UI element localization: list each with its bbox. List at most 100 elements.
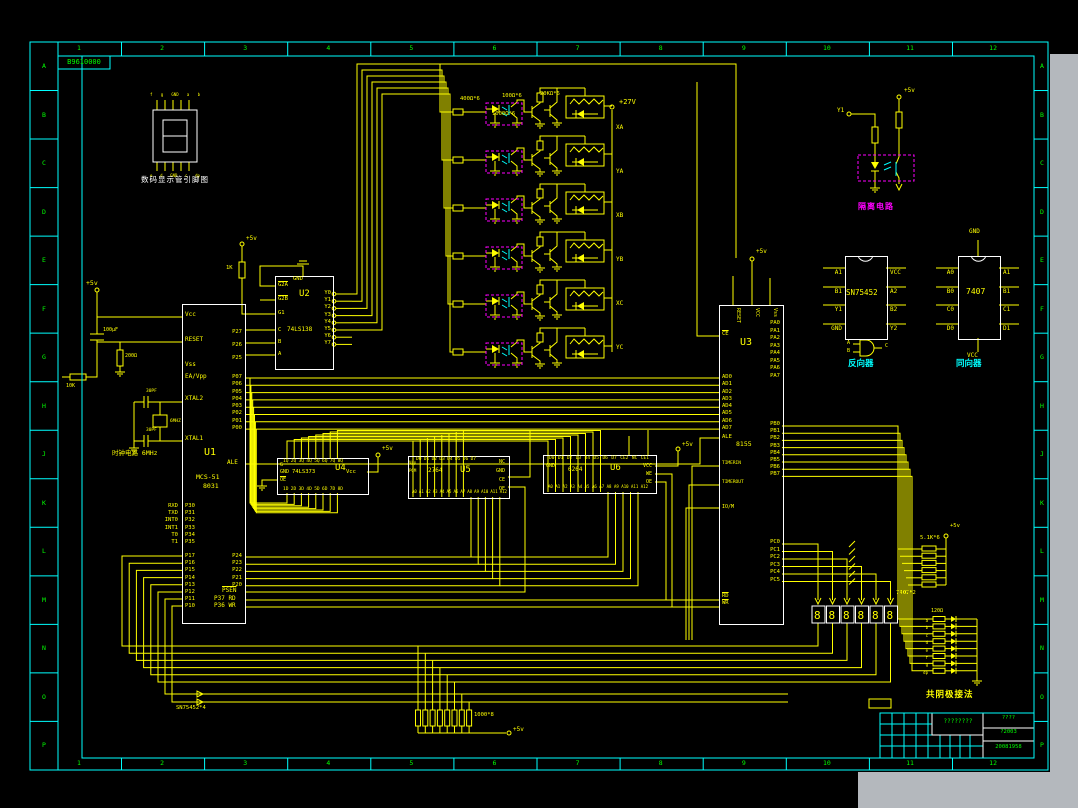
pin-label: D0 [416, 457, 422, 462]
pin-label: P16 [185, 560, 195, 567]
terminal-node [749, 256, 755, 262]
terminal-node [506, 730, 512, 736]
inv-chip-box[interactable] [845, 256, 888, 340]
wire [549, 209, 558, 219]
driver-r2-label: 1000Ω*6 [492, 111, 516, 117]
pin-label: D4 [447, 457, 453, 462]
wire [569, 98, 604, 105]
component-body [536, 188, 544, 199]
u1-pin-xtal1: XTAL1 [185, 435, 204, 442]
u1-p3-pins: P30 P31 P32 P33 P34 P35 [185, 503, 195, 546]
wire [569, 242, 604, 249]
u2-pin-b: B [278, 339, 282, 345]
wire-layer [29, 41, 1049, 771]
pin-label: 1Q [283, 459, 289, 464]
u2-pin-a: A [278, 351, 282, 357]
u1-p0-pins: P07 P06 P05 P04 P03 P02 P01 P00 [214, 374, 242, 432]
pin-label: P17 [185, 553, 195, 559]
terminal-node [375, 452, 381, 458]
u1-pin-ea: EA/Vpp [185, 373, 207, 380]
u4-pin-g: G [280, 462, 284, 468]
terminal-node [896, 94, 902, 100]
pin-label: P07 [232, 374, 242, 380]
pin-label: INT0 [164, 517, 178, 524]
pin-label: INT1 [164, 524, 178, 531]
component-body [868, 698, 892, 709]
pin-label: D1 [423, 457, 430, 462]
ruler-row-label: J [1040, 450, 1044, 459]
u6-right-pins: VCC WE OE [628, 462, 652, 486]
u1-pin-vcc: Vcc [185, 311, 196, 318]
pin-label: 8 [842, 609, 850, 622]
u3-pin-ale: ALE [722, 434, 732, 440]
pin-label: A3 [432, 489, 438, 494]
titleblock-cell1: ???? [1001, 715, 1016, 721]
pin-label: A0 [412, 489, 417, 494]
wire [549, 257, 558, 267]
pin-label: D3 [575, 456, 582, 461]
pin-label: AD6 [722, 417, 732, 424]
diode-symbol [492, 153, 499, 161]
pin-label: e [925, 647, 928, 653]
ruler-col-label: 12 [989, 44, 997, 52]
ruler-row-label: B [42, 110, 46, 119]
inv-part: SN75452 [846, 288, 878, 297]
wire [531, 258, 541, 268]
pin-label: D7 [470, 457, 476, 462]
wire [516, 243, 532, 257]
u5-part: 2764 [428, 467, 443, 474]
u6-ref: U6 [610, 463, 621, 473]
component-body [415, 709, 421, 727]
wire [471, 492, 609, 558]
pin-label: 8 [828, 609, 836, 622]
pin-label: P03 [232, 403, 242, 410]
ruler-row-label: K [42, 498, 46, 507]
u4-ref: U4 [335, 463, 346, 473]
u4-pin-gnd: GND [280, 469, 290, 475]
u3-pin-reset: RESET [735, 308, 741, 324]
terminal-node [675, 446, 681, 452]
pin-label: PB7 [770, 471, 780, 478]
pin-label: AD7 [722, 425, 732, 432]
pin-label: A3 [569, 484, 575, 489]
lednet-r-label: 120Ω [931, 608, 944, 614]
wire [655, 481, 667, 600]
u5-pin-vpp: Vpp [409, 460, 417, 465]
pin-label: A7 [460, 489, 466, 494]
ruler-col-label: 1 [77, 44, 81, 52]
pin-label: A4 [577, 484, 583, 489]
pin-label: 8D [337, 487, 343, 492]
pin-label: dp [923, 669, 928, 675]
pin-label: PC5 [770, 576, 780, 583]
display-digits: 888888 [810, 609, 897, 622]
u4-pin-vcc: Vcc [346, 469, 356, 475]
diode-symbol [951, 667, 956, 674]
frame-line [501, 250, 508, 255]
ruler-row-label: F [1040, 304, 1044, 313]
pin-label: D1 [1003, 324, 1011, 332]
pin-label: g [160, 92, 164, 97]
reset-cap-label: 100μF [103, 327, 119, 333]
u3-pin-timerin: TIMERIN [722, 461, 741, 466]
diode-symbol [951, 653, 956, 659]
pin-label: AD3 [722, 395, 732, 402]
pin-label: D3 [439, 457, 445, 462]
wire [549, 305, 558, 315]
terminal-node [94, 287, 100, 293]
buf-left-pins: A0 B0 C0 D0 [930, 264, 954, 338]
pin-label: C0 [946, 306, 954, 314]
buf-chip-box[interactable] [958, 256, 1001, 340]
ruler-col-label: 4 [326, 759, 331, 767]
pin-label: A11 [490, 489, 498, 494]
pin-label: B2 [890, 306, 898, 314]
pin-label: P24 [232, 553, 242, 559]
component-body [932, 667, 946, 674]
driver-rin-label: 400Ω*6 [460, 96, 480, 102]
u1-plus5v-label: +5v [86, 279, 98, 287]
ruler-row-label: P [42, 741, 46, 750]
ruler-row-label: E [1040, 256, 1044, 265]
pin-label: A1 [555, 484, 561, 489]
component-body [466, 709, 473, 727]
pin-label: B1 [834, 287, 842, 295]
u1-pin-psen: PSEN [222, 587, 237, 594]
